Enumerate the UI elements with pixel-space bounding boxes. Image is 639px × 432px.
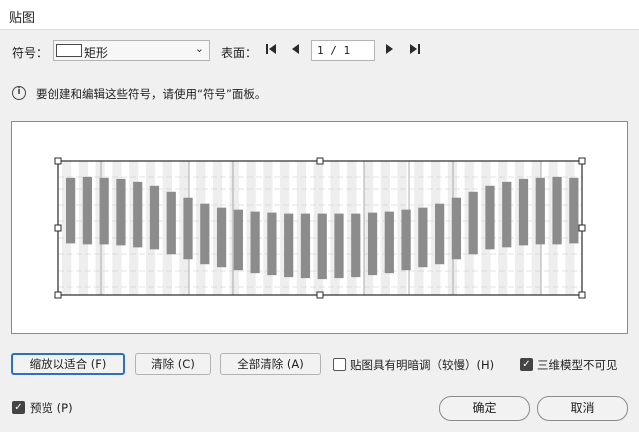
- symbol-label: 符号：: [12, 46, 49, 60]
- mapped-stripe: [183, 197, 193, 260]
- mapped-stripe: [334, 213, 344, 279]
- prev-surface-button[interactable]: [287, 42, 305, 60]
- resize-handle[interactable]: [578, 224, 586, 232]
- mapped-stripe: [367, 212, 378, 276]
- mapped-stripe: [418, 207, 428, 268]
- preview-label: 预览 (P): [30, 401, 73, 415]
- last-page-icon: [410, 44, 420, 54]
- first-page-icon: [266, 44, 276, 54]
- resize-handle[interactable]: [316, 157, 324, 165]
- surface-page-field[interactable]: 1 / 1: [311, 40, 375, 61]
- resize-handle[interactable]: [316, 291, 324, 299]
- next-surface-button[interactable]: [380, 42, 398, 60]
- resize-handle[interactable]: [54, 291, 62, 299]
- resize-handle[interactable]: [578, 157, 586, 165]
- surface-map-preview[interactable]: [12, 122, 629, 335]
- mapped-stripe: [300, 213, 311, 279]
- invisible-geometry-checkbox[interactable]: ✓: [520, 358, 533, 371]
- title-bar: 贴图: [0, 0, 639, 30]
- mapped-stripe: [116, 178, 126, 246]
- mapped-stripe: [233, 209, 243, 271]
- mapped-stripe: [451, 197, 462, 260]
- mapped-stripe: [133, 181, 143, 248]
- mapped-stripe: [200, 203, 210, 265]
- mapped-stripe: [82, 176, 92, 245]
- mapped-stripe: [216, 207, 227, 268]
- shade-artwork-checkbox[interactable]: [333, 358, 346, 371]
- ok-button[interactable]: 确定: [439, 396, 530, 421]
- preview-checkbox[interactable]: ✓: [12, 401, 25, 414]
- resize-handle[interactable]: [54, 224, 62, 232]
- mapped-stripe: [166, 191, 176, 255]
- cancel-button[interactable]: 取消: [537, 396, 628, 421]
- prev-page-icon: [292, 44, 299, 54]
- last-surface-button[interactable]: [406, 42, 424, 60]
- mapped-stripe: [401, 209, 411, 271]
- mapped-stripe: [518, 178, 529, 246]
- fit-button[interactable]: 缩放以适合 (F): [11, 353, 125, 375]
- mapped-stripe: [284, 213, 294, 278]
- clear-all-button[interactable]: 全部清除 (A): [220, 353, 321, 375]
- mapped-stripe: [468, 191, 478, 255]
- mapped-stripe: [317, 213, 327, 280]
- mapped-stripe: [250, 211, 260, 274]
- mapped-stripe: [435, 203, 445, 265]
- mapped-stripe: [384, 211, 394, 274]
- window-title: 贴图: [9, 11, 36, 26]
- mapped-stripe: [351, 213, 361, 278]
- mapped-stripe: [569, 177, 579, 244]
- mapped-stripe: [99, 177, 109, 245]
- mapped-stripe: [66, 177, 76, 244]
- map-preview-area[interactable]: [11, 121, 628, 334]
- symbol-swatch: [56, 44, 82, 57]
- resize-handle[interactable]: [578, 291, 586, 299]
- mapped-stripe: [485, 185, 495, 250]
- first-surface-button[interactable]: [262, 42, 280, 60]
- mapped-stripe: [267, 212, 277, 276]
- clear-button[interactable]: 清除 (C): [135, 353, 211, 375]
- next-page-icon: [386, 44, 393, 54]
- shade-artwork-label: 贴图具有明暗调（较慢）(H): [350, 358, 495, 372]
- info-text: 要创建和编辑这些符号，请使用“符号”面板。: [36, 87, 267, 101]
- resize-handle[interactable]: [54, 157, 62, 165]
- symbol-dropdown[interactable]: 矩形 ⌄: [53, 40, 210, 61]
- symbol-value: 矩形: [84, 46, 109, 60]
- surface-label: 表面：: [221, 46, 258, 60]
- invisible-geometry-label: 三维模型不可见: [537, 358, 618, 372]
- mapped-stripe: [149, 185, 160, 250]
- chevron-down-icon: ⌄: [194, 42, 204, 55]
- info-icon: i: [12, 86, 26, 100]
- mapped-stripe: [535, 177, 545, 245]
- mapped-stripe: [552, 176, 562, 245]
- mapped-stripe: [502, 181, 512, 248]
